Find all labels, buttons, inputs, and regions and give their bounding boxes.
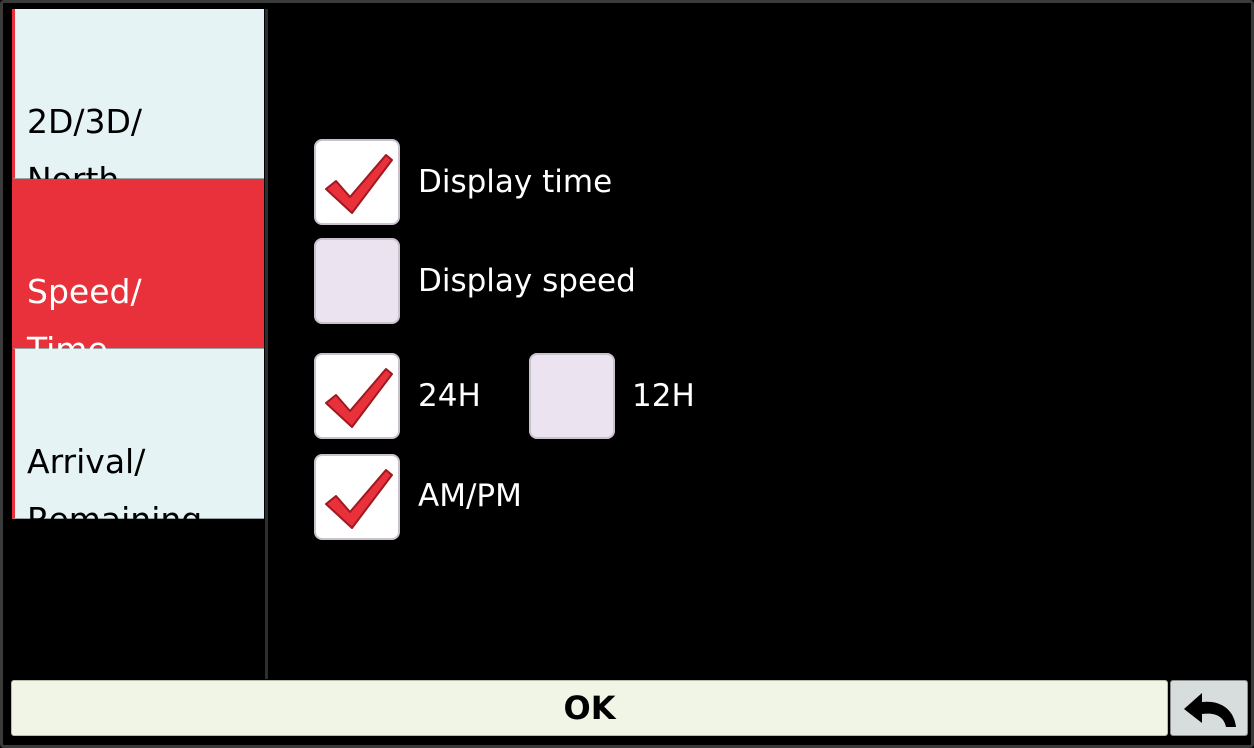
tab-label: Arrival/ Remaining — [27, 442, 203, 539]
am-pm-checkbox[interactable] — [314, 454, 400, 540]
sidebar: 2D/3D/ North Speed/ Time Arrival/ Remain… — [12, 9, 264, 539]
undo-arrow-icon — [1184, 693, 1236, 727]
am-pm-label: AM/PM — [418, 478, 522, 514]
format-12h-checkbox[interactable] — [529, 353, 615, 439]
tab-speed-time[interactable]: Speed/ Time — [12, 179, 264, 369]
format-24h-label: 24H — [418, 378, 481, 414]
display-speed-checkbox[interactable] — [314, 238, 400, 324]
tab-2d-3d-north[interactable]: 2D/3D/ North — [12, 9, 264, 199]
back-button[interactable] — [1170, 680, 1248, 736]
sidebar-divider — [265, 9, 268, 679]
format-12h-label: 12H — [632, 378, 695, 414]
ok-button[interactable]: OK — [11, 680, 1168, 736]
display-time-label: Display time — [418, 164, 613, 200]
checkmark-icon — [325, 368, 393, 428]
display-time-checkbox[interactable] — [314, 139, 400, 225]
display-speed-label: Display speed — [418, 263, 636, 299]
checkmark-icon — [325, 154, 393, 214]
checkmark-icon — [325, 469, 393, 529]
tab-arrival-remaining[interactable]: Arrival/ Remaining — [12, 349, 264, 539]
format-24h-checkbox[interactable] — [314, 353, 400, 439]
